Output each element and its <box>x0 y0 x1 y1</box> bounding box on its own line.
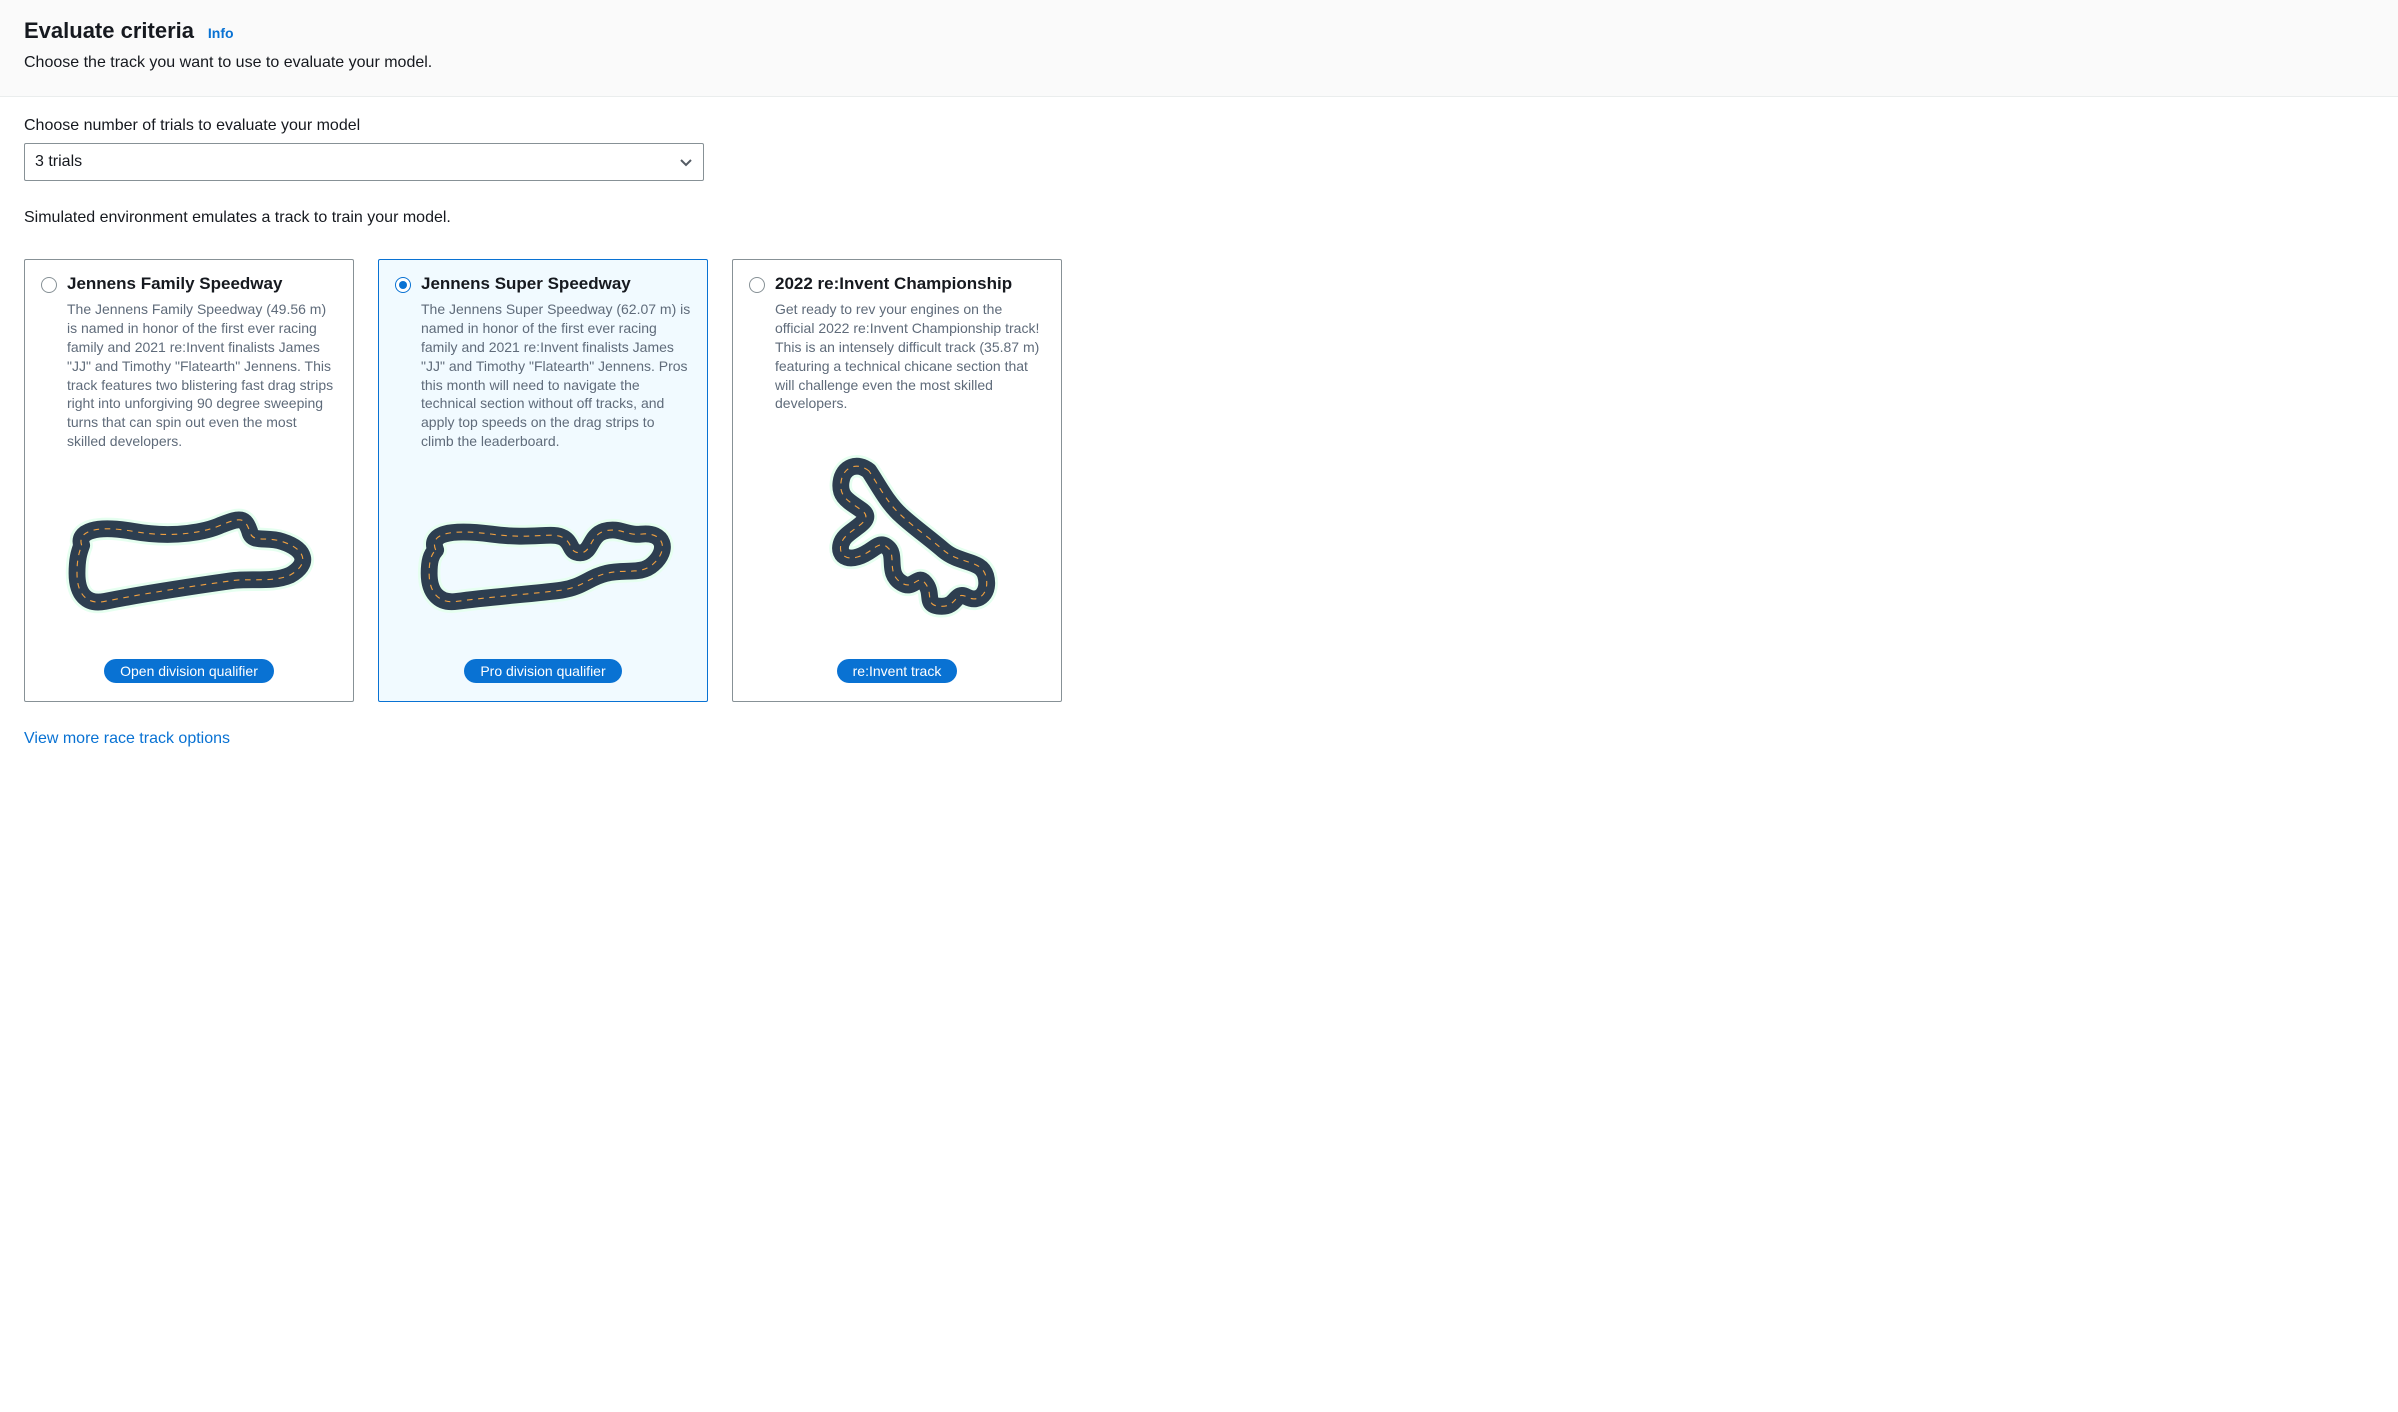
trials-label: Choose number of trials to evaluate your… <box>24 117 2374 135</box>
sim-env-text: Simulated environment emulates a track t… <box>24 209 2374 227</box>
track-title: Jennens Family Speedway <box>67 274 282 294</box>
header-subtitle: Choose the track you want to use to eval… <box>24 54 2374 72</box>
track-title: Jennens Super Speedway <box>421 274 631 294</box>
track-badge: Open division qualifier <box>104 659 274 683</box>
track-description: The Jennens Super Speedway (62.07 m) is … <box>421 300 691 451</box>
track-card-reinvent-2022[interactable]: 2022 re:Invent Championship Get ready to… <box>732 259 1062 702</box>
track-shape-icon <box>749 427 1045 645</box>
header-section: Evaluate criteria Info Choose the track … <box>0 0 2398 97</box>
content-section: Choose number of trials to evaluate your… <box>0 97 2398 768</box>
radio-icon <box>41 277 57 293</box>
track-title: 2022 re:Invent Championship <box>775 274 1012 294</box>
track-card-jennens-family[interactable]: Jennens Family Speedway The Jennens Fami… <box>24 259 354 702</box>
radio-icon <box>749 277 765 293</box>
trials-selected-value: 3 trials <box>35 153 82 171</box>
track-description: The Jennens Family Speedway (49.56 m) is… <box>67 300 337 451</box>
info-link[interactable]: Info <box>208 25 234 41</box>
track-shape-icon <box>395 465 691 645</box>
view-more-link[interactable]: View more race track options <box>24 730 230 747</box>
radio-icon <box>395 277 411 293</box>
track-description: Get ready to rev your engines on the off… <box>775 300 1045 413</box>
page-title: Evaluate criteria <box>24 18 194 43</box>
track-card-jennens-super[interactable]: Jennens Super Speedway The Jennens Super… <box>378 259 708 702</box>
track-grid: Jennens Family Speedway The Jennens Fami… <box>24 259 2374 702</box>
track-shape-icon <box>41 465 337 645</box>
trials-select[interactable]: 3 trials <box>24 143 704 181</box>
track-badge: Pro division qualifier <box>464 659 621 683</box>
track-badge: re:Invent track <box>837 659 958 683</box>
